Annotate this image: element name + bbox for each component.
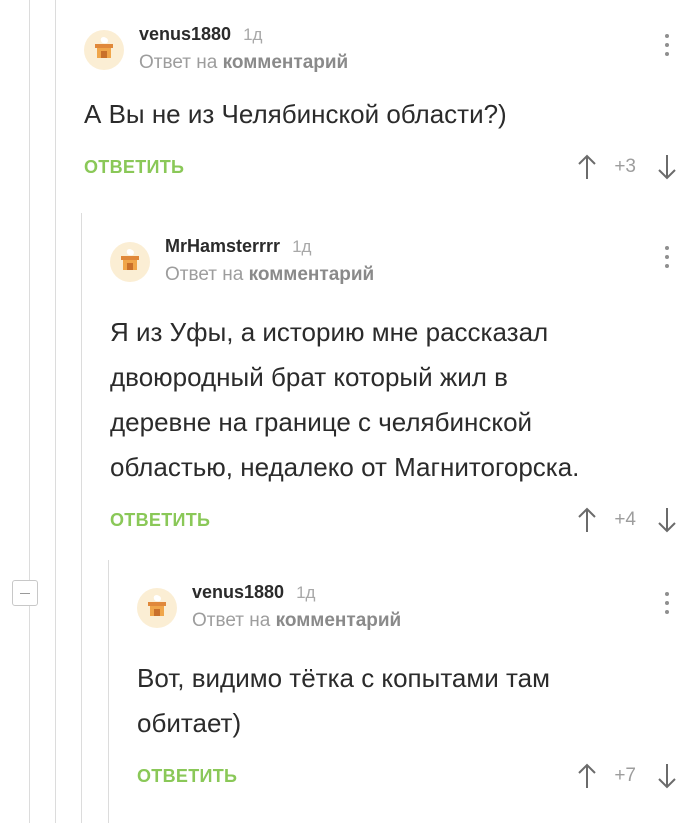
arrow-up-icon[interactable] [576,762,598,790]
comment: venus1880 1д Ответ на комментарий Вот, ви… [137,580,700,798]
comment-header: MrHamsterrrr 1д Ответ на комментарий [110,234,700,294]
thread-line [108,560,109,823]
rating-count: +7 [614,765,636,786]
comment-time: 1д [296,583,316,602]
comment-time: 1д [243,25,263,44]
reply-button[interactable]: ОТВЕТИТЬ [137,766,237,787]
vote-controls: +4 [576,506,678,534]
reply-to: Ответ на комментарий [165,264,374,286]
comment-author[interactable]: venus1880 1д [192,582,315,603]
reply-prefix: Ответ на [165,264,244,285]
thread-line [29,0,30,823]
comment-text: Вот, видимо тётка с копытами там обитает… [137,663,550,738]
default-avatar-icon[interactable] [137,588,177,628]
more-vertical-icon[interactable] [664,246,670,273]
vote-controls: +7 [576,762,678,790]
comment-text: Я из Уфы, а историю мне рассказал двоюро… [110,317,580,482]
arrow-down-icon[interactable] [656,762,678,790]
thread-line [55,0,56,823]
reply-to: Ответ на комментарий [192,610,401,632]
parent-comment-link[interactable]: комментарий [249,264,375,285]
arrow-up-icon[interactable] [576,506,598,534]
reply-prefix: Ответ на [192,610,271,631]
rating-count: +3 [614,156,636,177]
default-avatar-icon[interactable] [84,30,124,70]
reply-to: Ответ на комментарий [139,52,348,74]
comment-footer: ОТВЕТИТЬ +3 [84,149,700,189]
rating-count: +4 [614,509,636,530]
vote-controls: +3 [576,153,678,181]
more-vertical-icon[interactable] [664,592,670,619]
reply-button[interactable]: ОТВЕТИТЬ [84,157,184,178]
thread-line [81,213,82,823]
parent-comment-link[interactable]: комментарий [223,52,349,73]
arrow-down-icon[interactable] [656,506,678,534]
comment-time: 1д [292,237,312,256]
comment-author[interactable]: venus1880 1д [139,24,262,45]
arrow-down-icon[interactable] [656,153,678,181]
more-vertical-icon[interactable] [664,34,670,61]
comment-footer: ОТВЕТИТЬ +4 [110,502,700,542]
comment-author[interactable]: MrHamsterrrr 1д [165,236,311,257]
reply-prefix: Ответ на [139,52,218,73]
reply-button[interactable]: ОТВЕТИТЬ [110,510,210,531]
comment: MrHamsterrrr 1д Ответ на комментарий Я из… [110,234,700,542]
comment-header: venus1880 1д Ответ на комментарий [137,580,700,640]
arrow-up-icon[interactable] [576,153,598,181]
comment-footer: ОТВЕТИТЬ +7 [137,758,700,798]
default-avatar-icon[interactable] [110,242,150,282]
comment-text: А Вы не из Челябинской области?) [84,99,507,129]
comment-header: venus1880 1д Ответ на комментарий [84,22,700,82]
collapse-thread-button[interactable] [12,580,38,606]
parent-comment-link[interactable]: комментарий [276,610,402,631]
comment: venus1880 1д Ответ на комментарий А Вы не… [84,22,700,189]
